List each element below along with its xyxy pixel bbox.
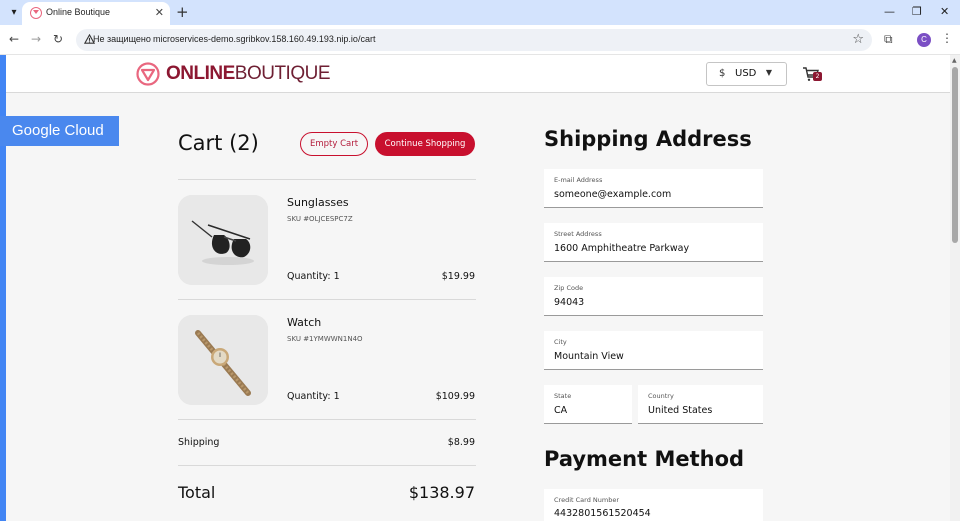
back-icon[interactable]: ← — [9, 32, 19, 46]
city-label: City — [554, 338, 567, 346]
currency-symbol: $ — [719, 68, 726, 79]
address-bar[interactable]: Не защищено microservices-demo.sgribkov.… — [76, 29, 872, 51]
watch-icon — [178, 315, 268, 405]
site-header: ONLINEBOUTIQUE $ USD ▼ 2 — [6, 55, 950, 93]
currency-code: USD — [735, 68, 757, 79]
city-field[interactable]: City Mountain View — [544, 331, 763, 370]
url-text[interactable]: microservices-demo.sgribkov.158.160.49.1… — [153, 34, 375, 44]
continue-shopping-button[interactable]: Continue Shopping — [375, 132, 475, 156]
shipping-label: Shipping — [178, 437, 220, 448]
currency-selector[interactable]: $ USD ▼ — [706, 62, 787, 86]
scroll-thumb[interactable] — [952, 67, 958, 243]
tab-title: Online Boutique — [46, 7, 111, 17]
email-label: E-mail Address — [554, 176, 603, 184]
zip-value: 94043 — [554, 297, 585, 308]
restore-icon[interactable]: ❐ — [912, 5, 922, 18]
profile-avatar[interactable]: C — [917, 33, 931, 47]
item-quantity: Quantity: 1 — [287, 271, 340, 282]
payment-method-title: Payment Method — [544, 447, 745, 471]
street-address-field[interactable]: Street Address 1600 Amphitheatre Parkway — [544, 223, 763, 262]
logo-bold: ONLINE — [166, 63, 235, 84]
street-label: Street Address — [554, 230, 602, 238]
divider — [178, 465, 476, 466]
chevron-down-icon: ▼ — [765, 68, 772, 77]
shipping-price: $8.99 — [447, 437, 475, 448]
zip-code-field[interactable]: Zip Code 94043 — [544, 277, 763, 316]
divider — [178, 419, 476, 420]
divider — [178, 299, 476, 300]
logo-text[interactable]: ONLINEBOUTIQUE — [166, 63, 331, 85]
sunglasses-image[interactable] — [178, 195, 268, 285]
new-tab-button[interactable]: + — [176, 3, 189, 21]
security-label[interactable]: Не защищено — [93, 34, 151, 44]
total-label: Total — [178, 483, 216, 502]
country-value: United States — [648, 405, 713, 416]
country-field[interactable]: Country United States — [638, 385, 763, 424]
logo-light: BOUTIQUE — [234, 63, 331, 84]
item-sku: SKU #OLJCESPC7Z — [287, 215, 353, 223]
state-field[interactable]: State CA — [544, 385, 632, 424]
item-sku: SKU #1YMWWN1N4O — [287, 335, 363, 343]
reload-icon[interactable]: ↻ — [53, 32, 63, 46]
email-field[interactable]: E-mail Address someone@example.com — [544, 169, 763, 208]
item-price: $109.99 — [435, 391, 475, 402]
page: ONLINEBOUTIQUE $ USD ▼ 2 Google Cloud Ca… — [0, 55, 950, 521]
close-window-icon[interactable]: ✕ — [940, 5, 949, 18]
state-label: State — [554, 392, 572, 400]
favicon-icon — [30, 7, 42, 19]
credit-card-field[interactable]: Credit Card Number 4432801561520454 — [544, 489, 763, 521]
bookmark-star-icon[interactable]: ☆ — [852, 32, 864, 47]
tab-search-icon[interactable]: ▾ — [6, 5, 22, 21]
item-price: $19.99 — [441, 271, 475, 282]
browser-tab-strip: ▾ Online Boutique ✕ + — ❐ ✕ — [0, 0, 960, 25]
browser-tab[interactable]: Online Boutique ✕ — [22, 2, 170, 25]
email-value: someone@example.com — [554, 189, 672, 200]
scroll-up-icon[interactable]: ▲ — [952, 57, 957, 64]
country-label: Country — [648, 392, 674, 400]
item-quantity: Quantity: 1 — [287, 391, 340, 402]
page-scrollbar[interactable]: ▲ — [950, 55, 960, 521]
total-price: $138.97 — [408, 483, 475, 502]
extensions-icon[interactable]: ⧉ — [884, 32, 893, 47]
card-label: Credit Card Number — [554, 496, 619, 504]
minimize-icon[interactable]: — — [884, 5, 895, 18]
browser-toolbar: ← → ↻ Не защищено microservices-demo.sgr… — [0, 25, 960, 55]
sunglasses-icon — [178, 195, 268, 285]
card-value: 4432801561520454 — [554, 508, 651, 519]
item-name[interactable]: Watch — [287, 316, 321, 329]
tab-close-icon[interactable]: ✕ — [155, 6, 164, 19]
shipping-address-title: Shipping Address — [544, 127, 752, 151]
cart-count-badge: 2 — [813, 72, 822, 81]
logo-icon[interactable] — [136, 62, 160, 86]
divider — [178, 179, 476, 180]
state-value: CA — [554, 405, 568, 416]
forward-icon[interactable]: → — [31, 32, 41, 46]
street-value: 1600 Amphitheatre Parkway — [554, 243, 690, 254]
zip-label: Zip Code — [554, 284, 584, 292]
item-name[interactable]: Sunglasses — [287, 196, 349, 209]
cart-title: Cart (2) — [178, 131, 259, 155]
browser-menu-icon[interactable]: ⋮ — [941, 31, 953, 45]
google-cloud-banner: Google Cloud — [0, 116, 119, 146]
watch-image[interactable] — [178, 315, 268, 405]
city-value: Mountain View — [554, 351, 624, 362]
empty-cart-button[interactable]: Empty Cart — [300, 132, 368, 156]
